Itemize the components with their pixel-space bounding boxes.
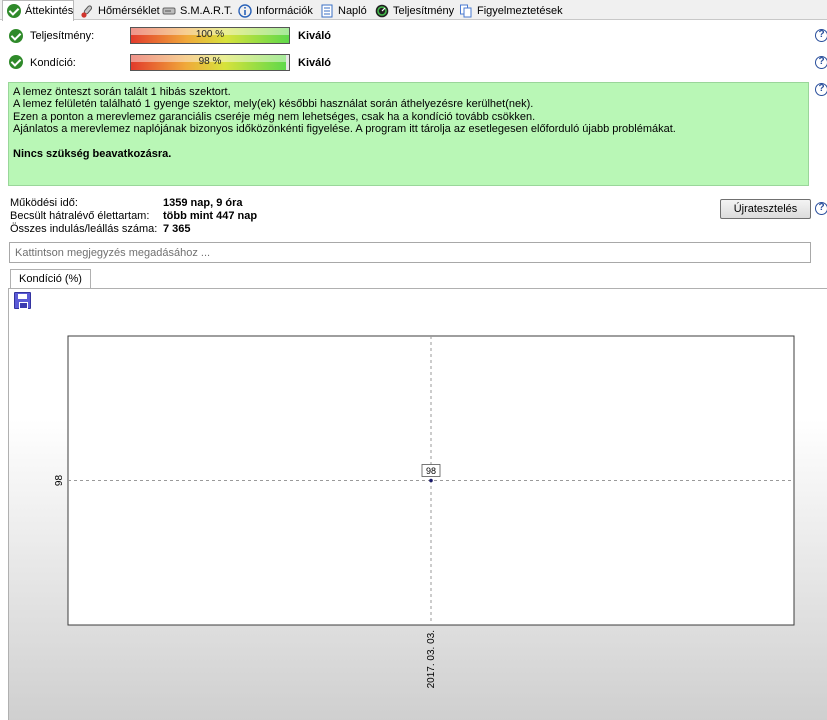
x-tick-label: 2017. 03. 03. bbox=[426, 630, 437, 688]
y-tick-label: 98 bbox=[54, 475, 65, 487]
data-point bbox=[429, 478, 433, 483]
data-label: 98 bbox=[426, 466, 436, 476]
health-chart: 98 2017. 03. 03. 98 bbox=[54, 335, 795, 688]
